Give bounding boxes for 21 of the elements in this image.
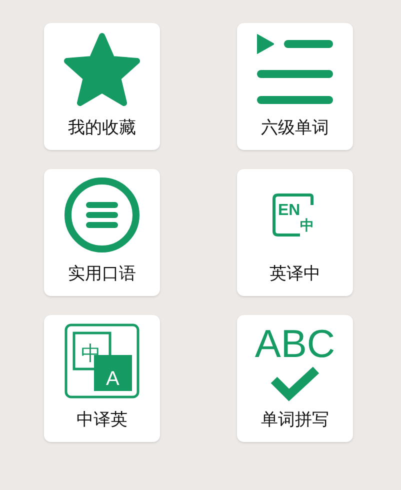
menu-tile[interactable]: 我的收藏 xyxy=(44,23,160,150)
star-icon xyxy=(63,32,141,106)
tile-label: 中译英 xyxy=(76,410,128,430)
menu-tile[interactable]: 六级单词 xyxy=(237,23,353,150)
icon-letters: A xyxy=(106,368,120,390)
tile-label: 我的收藏 xyxy=(68,118,136,138)
tile-label: 英译中 xyxy=(270,264,320,284)
icon-letters: 中 xyxy=(300,218,314,234)
list-icon xyxy=(257,33,333,105)
abc-text: ABC xyxy=(254,326,336,364)
tile-label: 实用口语 xyxy=(68,264,136,284)
tile-label: 单词拼写 xyxy=(261,410,329,430)
check-icon xyxy=(270,366,320,402)
menu-icon xyxy=(64,177,140,253)
menu-tile[interactable]: ABC 单词拼写 xyxy=(237,315,353,442)
menu-tile[interactable]: 实用口语 xyxy=(44,169,160,296)
icon-letters: 中 xyxy=(81,341,101,365)
menu-tile[interactable]: 中 A 中译英 xyxy=(44,315,160,442)
icon-letters: EN xyxy=(278,202,300,219)
tile-label: 六级单词 xyxy=(261,118,329,138)
menu-tile[interactable]: EN 中 英译中 xyxy=(237,169,353,296)
